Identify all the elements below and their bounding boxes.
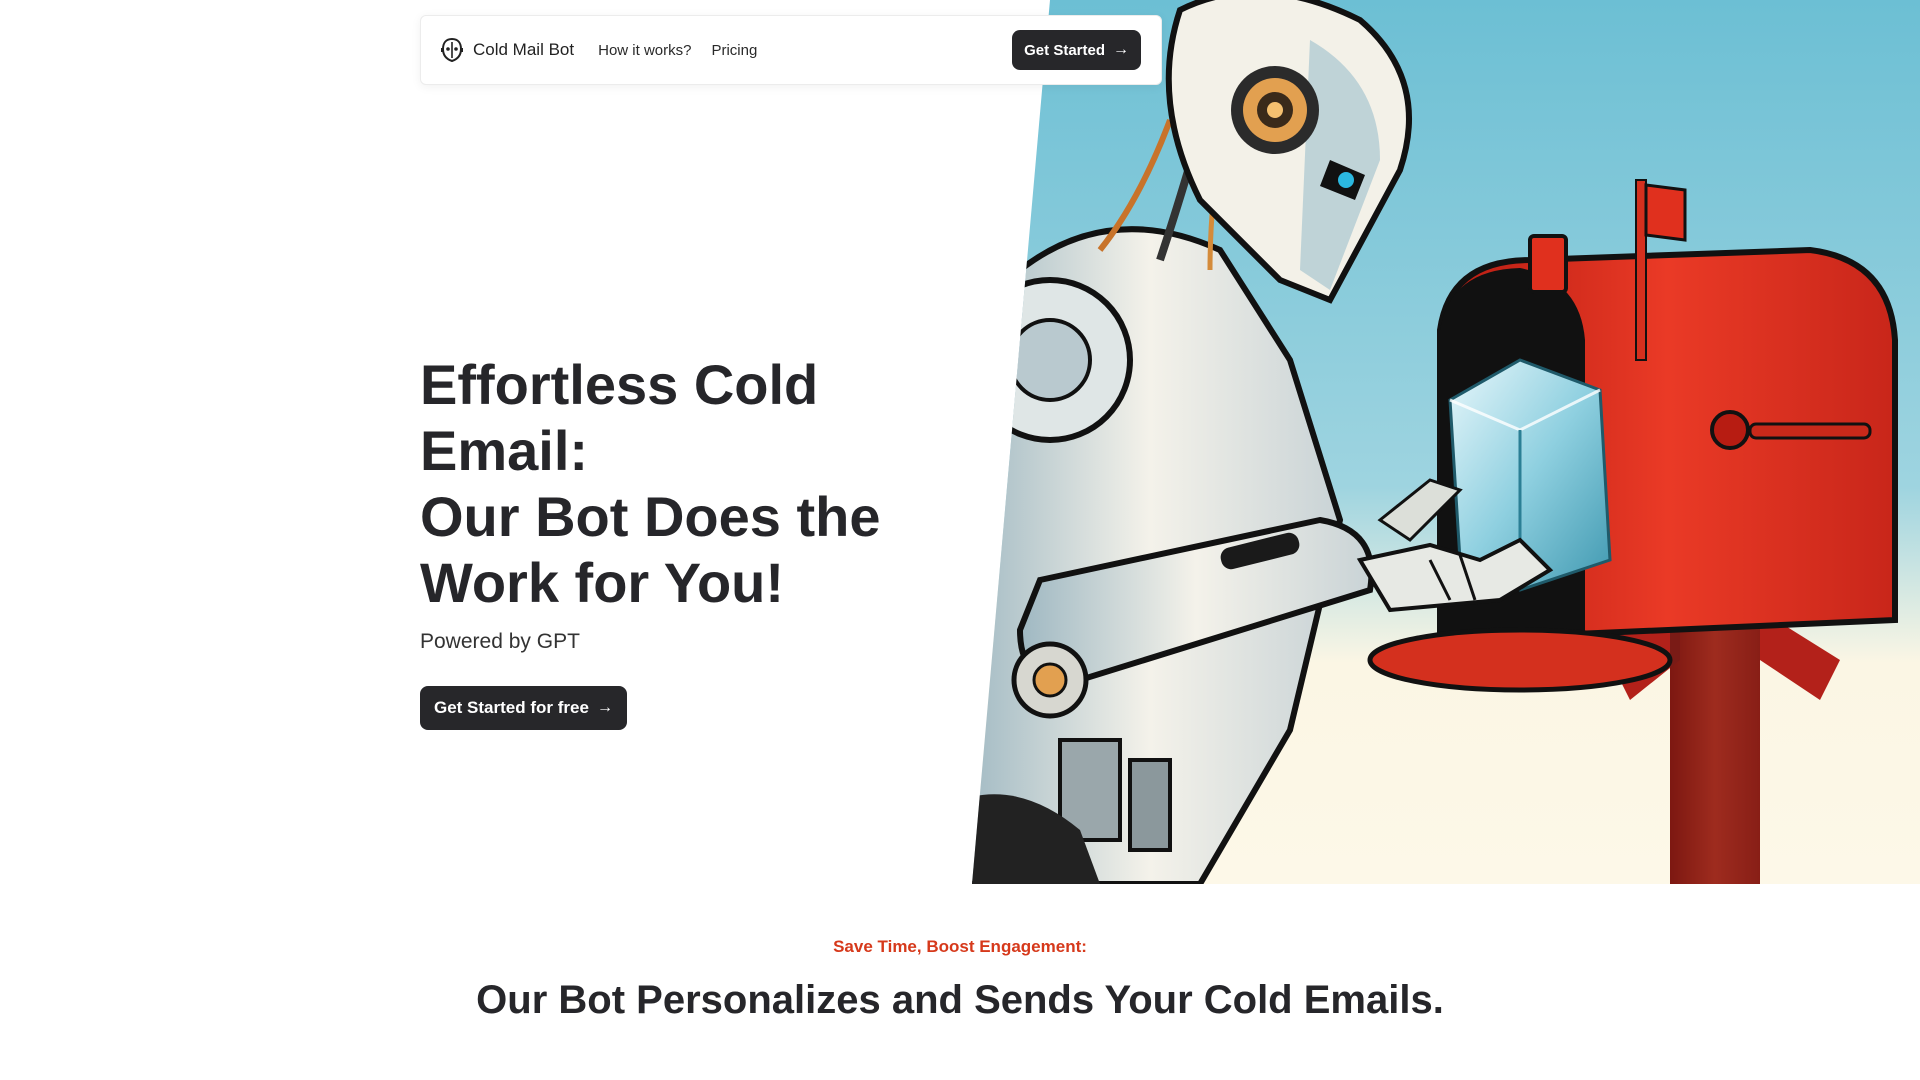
section-eyebrow: Save Time, Boost Engagement: <box>833 937 1087 956</box>
hero-illustration <box>972 0 1920 884</box>
brand[interactable]: Cold Mail Bot <box>441 38 574 62</box>
get-started-free-label: Get Started for free <box>434 698 589 717</box>
hero-content: Effortless Cold Email: Our Bot Does the … <box>420 352 940 730</box>
landing-page: Cold Mail Bot How it works? Pricing Get … <box>0 0 1920 1080</box>
top-navbar: Cold Mail Bot How it works? Pricing Get … <box>420 15 1162 85</box>
hero-title-line-2: Email: <box>420 419 589 482</box>
hero-title-line-4: Work for You! <box>420 551 784 614</box>
section-title: Our Bot Personalizes and Sends Your Cold… <box>476 978 1444 1022</box>
robot-head-icon <box>441 38 463 62</box>
hero-subtitle: Powered by GPT <box>420 630 580 653</box>
nav-link-pricing[interactable]: Pricing <box>711 42 757 59</box>
hero-title: Effortless Cold Email: Our Bot Does the … <box>420 352 940 616</box>
get-started-free-button[interactable]: Get Started for free → <box>420 686 627 730</box>
hero-title-line-3: Our Bot Does the <box>420 485 881 548</box>
get-started-label: Get Started <box>1024 41 1105 59</box>
get-started-button[interactable]: Get Started → <box>1012 30 1141 70</box>
hero-title-line-1: Effortless Cold <box>420 353 819 416</box>
arrow-right-icon: → <box>596 699 613 716</box>
brand-name: Cold Mail Bot <box>473 40 575 59</box>
nav-link-how-it-works[interactable]: How it works? <box>598 42 691 59</box>
arrow-right-icon: → <box>1113 41 1129 58</box>
